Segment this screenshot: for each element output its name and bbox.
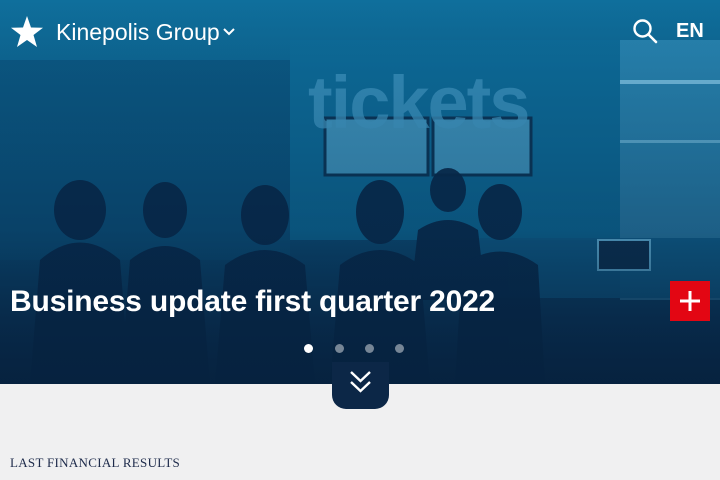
expand-button[interactable] — [670, 281, 710, 321]
chevron-down-icon[interactable] — [222, 25, 236, 39]
scroll-down-button[interactable] — [332, 362, 389, 409]
double-chevron-down-icon — [350, 371, 371, 393]
top-navigation: Kinepolis Group EN — [0, 0, 720, 64]
hero-headline[interactable]: Business update first quarter 2022 — [10, 283, 495, 321]
carousel-dot-2[interactable] — [335, 344, 344, 353]
brand-name[interactable]: Kinepolis Group — [56, 17, 220, 47]
carousel-dot-4[interactable] — [395, 344, 404, 353]
carousel-dot-3[interactable] — [365, 344, 374, 353]
hero-banner: tickets Kinepolis Group — [0, 0, 720, 384]
star-logo-icon[interactable] — [10, 15, 44, 49]
carousel-dot-1[interactable] — [304, 344, 313, 353]
search-icon[interactable] — [632, 18, 658, 44]
plus-icon — [680, 291, 700, 311]
section-heading: LAST FINANCIAL RESULTS — [10, 455, 181, 470]
language-selector[interactable]: EN — [676, 18, 704, 44]
